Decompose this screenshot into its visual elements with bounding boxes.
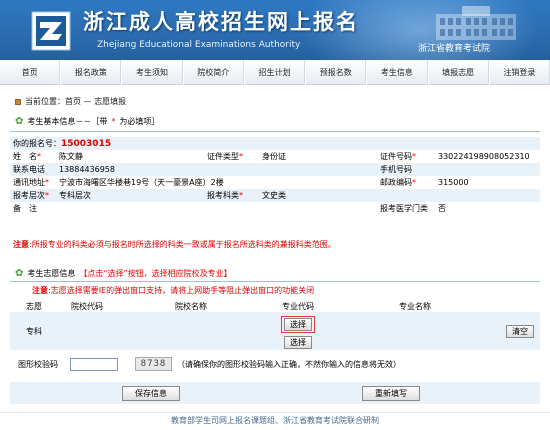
nav-home[interactable]: 首页 [0, 59, 61, 85]
captcha-row: 图形校验码 8738 （请确保你的图形校验码输入正确，不然你输入的信息将无效） [10, 353, 540, 375]
basic-info-title-text: 考生基本信息－－［带 [27, 117, 108, 126]
banner-subtitle: Zhejiang Educational Examinations Author… [97, 40, 301, 50]
select-highlight: 选择 [281, 315, 315, 333]
main-nav: 首页 报名政策 考生须知 院校简介 招生计划 预报名数 考生信息 填报志愿 注销… [0, 59, 550, 85]
site-banner: 浙江成人高校招生网上报名 Zhejiang Educational Examin… [0, 0, 550, 60]
col-school-name: 院校名称 [116, 300, 266, 312]
phone-label: 联系电话 [10, 163, 56, 176]
note-tag: 注意 [32, 286, 48, 295]
choice-title-hint: 【点击“选择”按钮，选择相应院校及专业】 [79, 269, 232, 278]
banner-title: 浙江成人高校招生网上报名 [83, 9, 359, 34]
choice-row: 专科 选择 选择 清空 [10, 312, 540, 350]
captcha-image: 8738 [135, 357, 172, 371]
captcha-tip: （请确保你的图形校验码输入正确，不然你输入的信息将无效） [177, 359, 401, 369]
info-row: 联系电话 13884436958 手机号码 [10, 163, 540, 176]
medical-label: 报考医学门类 [380, 204, 428, 213]
required-star: * [111, 117, 116, 126]
info-row: 备 注 报考医学门类 否 [10, 202, 540, 215]
mobile-value [435, 163, 540, 176]
zk-logo-icon [31, 11, 71, 51]
regnum-value: 15003015 [61, 139, 112, 149]
nav-schools[interactable]: 院校简介 [182, 59, 244, 85]
note-text: :所报专业的科类必须与报名时所选择的科类一致或属于报名所选科类的兼报科类范围。 [29, 240, 336, 249]
mobile-label: 手机号码 [377, 163, 435, 176]
nav-student-info[interactable]: 考生信息 [366, 59, 428, 85]
choice-header-row: 志愿 院校代码 院校名称 专业代码 专业名称 [10, 300, 540, 312]
col-school-code: 院校代码 [58, 300, 116, 312]
bullet-icon [15, 98, 21, 105]
basic-info-table: 你的报名号：15003015 姓 名* 陈文静 证件类型* 身份证 证件号码* … [10, 137, 540, 215]
divider [10, 281, 540, 282]
choice-title-text: 考生志愿信息 [27, 269, 76, 278]
breadcrumb: 当前位置：首页 — 志愿填报 [15, 96, 126, 107]
medical-value: 否 [438, 204, 446, 213]
footer: 教育部学生司网上报名课题组、浙江省教育考试院联合研制 [0, 412, 550, 430]
note-text: :志愿选择需要IE的弹出窗口支持，请将上网助手等阻止弹出窗口的功能关闭 [48, 286, 315, 295]
nav-prereg[interactable]: 预报名数 [305, 59, 367, 85]
note-tag: 注意 [13, 240, 29, 249]
zip-label: 邮政编码 [380, 178, 412, 187]
subject-value: 文史类 [259, 189, 377, 202]
name-value: 陈文静 [59, 152, 83, 161]
regnum-row: 你的报名号：15003015 [10, 137, 540, 150]
select-major-button[interactable]: 选择 [284, 335, 312, 349]
choice-row-label: 专科 [26, 326, 42, 336]
col-major-code: 专业代码 [266, 300, 330, 312]
subject-label: 报考科类 [207, 191, 239, 200]
idnum-value: 330224198908052310 [438, 152, 530, 161]
nav-policy[interactable]: 报名政策 [60, 59, 122, 85]
nav-plan[interactable]: 招生计划 [243, 59, 306, 85]
basic-info-title-tail: 为必填项］ [119, 117, 160, 126]
flower-icon: ✿ [15, 115, 24, 127]
clear-button[interactable]: 清空 [506, 324, 534, 338]
col-major-name: 专业名称 [330, 300, 500, 312]
col-choice: 志愿 [10, 300, 58, 312]
regnum-label: 你的报名号： [13, 139, 61, 148]
basic-info-note: 注意:所报专业的科类必须与报名时所选择的科类一致或属于报名所选科类的兼报科类范围… [13, 239, 336, 250]
action-row: 保存信息 重新填写 [10, 382, 540, 404]
reset-button[interactable]: 重新填写 [362, 386, 420, 401]
info-row: 报考层次* 专科层次 报考科类* 文史类 [10, 189, 540, 202]
captcha-label: 图形校验码 [18, 359, 58, 369]
info-row: 通讯地址* 宁波市海曙区华楼巷19号（天一豪景A座）2楼 邮政编码* 31500… [10, 176, 540, 189]
address-label: 通讯地址 [13, 178, 45, 187]
idtype-value: 身份证 [262, 152, 286, 161]
building-icon [436, 6, 516, 40]
captcha-input[interactable] [70, 357, 118, 371]
choice-table: 志愿 院校代码 院校名称 专业代码 专业名称 专科 选择 选择 清空 [10, 300, 540, 350]
divider [10, 131, 540, 132]
nav-logout[interactable]: 注销登录 [488, 59, 550, 85]
zip-value: 315000 [438, 178, 469, 187]
phone-value: 13884436958 [56, 163, 204, 176]
remark-label: 备 注 [13, 204, 37, 213]
nav-notice[interactable]: 考生须知 [121, 59, 183, 85]
address-value: 宁波市海曙区华楼巷19号（天一豪景A座）2楼 [59, 178, 224, 187]
choice-note: 注意:志愿选择需要IE的弹出窗口支持，请将上网助手等阻止弹出窗口的功能关闭 [32, 285, 314, 296]
banner-org: 浙江省教育考试院 [418, 44, 491, 54]
basic-info-title: ✿ 考生基本信息－－［带 * 为必填项］ [15, 116, 159, 127]
select-school-button[interactable]: 选择 [284, 317, 312, 331]
idnum-label: 证件号码 [380, 152, 412, 161]
idtype-label: 证件类型 [207, 152, 239, 161]
choice-title: ✿ 考生志愿信息 【点击“选择”按钮，选择相应院校及专业】 [15, 268, 232, 279]
info-row: 姓 名* 陈文静 证件类型* 身份证 证件号码* 330224198908052… [10, 150, 540, 163]
level-label: 报考层次 [13, 191, 45, 200]
level-value: 专科层次 [56, 189, 204, 202]
nav-choice[interactable]: 填报志愿 [427, 59, 489, 85]
flower-icon: ✿ [15, 267, 24, 279]
breadcrumb-text: 当前位置：首页 — 志愿填报 [25, 97, 127, 106]
save-button[interactable]: 保存信息 [122, 386, 180, 401]
name-label: 姓 名 [13, 152, 37, 161]
remark-value [56, 202, 377, 215]
